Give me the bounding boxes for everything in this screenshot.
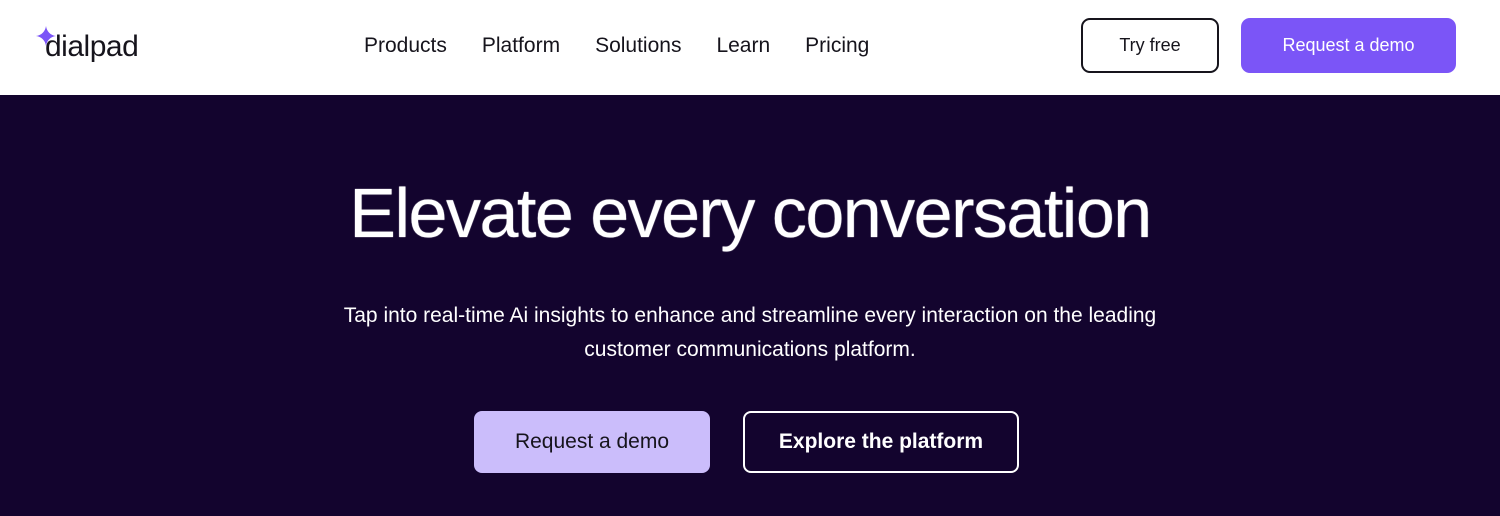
header-request-demo-button[interactable]: Request a demo [1241, 18, 1456, 73]
main-nav: Products Platform Solutions Learn Pricin… [364, 30, 869, 62]
nav-item-learn[interactable]: Learn [716, 30, 770, 62]
try-free-button[interactable]: Try free [1081, 18, 1219, 73]
site-header: dialpad Products Platform Solutions Lear… [0, 0, 1500, 95]
explore-platform-button[interactable]: Explore the platform [743, 411, 1019, 473]
nav-item-products[interactable]: Products [364, 30, 447, 62]
hero-subtitle: Tap into real-time Ai insights to enhanc… [343, 304, 1157, 361]
nav-item-platform[interactable]: Platform [482, 30, 560, 62]
logo-wordmark: dialpad [45, 30, 139, 63]
nav-item-pricing[interactable]: Pricing [805, 30, 869, 62]
hero-title: Elevate every conversation [349, 174, 1152, 252]
hero-section: Elevate every conversation Tap into real… [0, 95, 1500, 516]
hero-request-demo-button[interactable]: Request a demo [474, 411, 710, 473]
page: dialpad Products Platform Solutions Lear… [0, 0, 1500, 516]
nav-item-solutions[interactable]: Solutions [595, 30, 681, 62]
